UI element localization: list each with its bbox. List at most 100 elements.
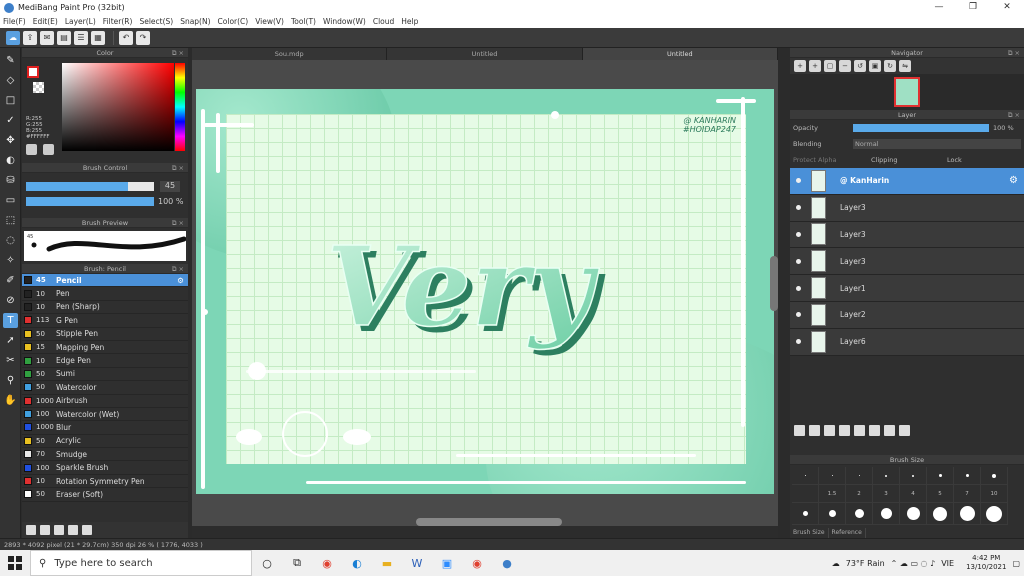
folder-icon[interactable] bbox=[40, 525, 50, 535]
brush-item[interactable]: 100 Watercolor (Wet) bbox=[22, 408, 188, 422]
brush-size-label-cell[interactable]: 5 bbox=[927, 485, 954, 503]
delete-layer-icon[interactable] bbox=[899, 425, 910, 437]
rectangle-tool-icon[interactable]: □ bbox=[3, 93, 18, 108]
horizontal-scrollbar[interactable] bbox=[416, 518, 562, 526]
navigator-thumbnail[interactable] bbox=[790, 74, 1024, 110]
brush-settings-icon[interactable]: ⚙ bbox=[177, 276, 184, 285]
divide-tool-icon[interactable]: ✂ bbox=[3, 353, 18, 368]
brush-size-preset[interactable] bbox=[846, 467, 873, 485]
dot-tool-icon[interactable]: ✓ bbox=[3, 113, 18, 128]
rotate-right-icon[interactable]: ↻ bbox=[884, 60, 896, 72]
fit-icon[interactable]: ▢ bbox=[824, 60, 836, 72]
layer-item[interactable]: Layer2 bbox=[790, 301, 1024, 329]
tab-untitled-1[interactable]: Untitled bbox=[387, 48, 583, 60]
brush-item[interactable]: 1000 Airbrush bbox=[22, 395, 188, 408]
menu-color[interactable]: Color(C) bbox=[218, 17, 249, 26]
folder-icon[interactable] bbox=[854, 425, 865, 437]
brush-item[interactable]: 10 Pen (Sharp) bbox=[22, 301, 188, 315]
move-tool-icon[interactable]: ✥ bbox=[3, 133, 18, 148]
list-icon[interactable]: ☰ bbox=[74, 30, 88, 45]
menu-cloud[interactable]: Cloud bbox=[373, 17, 394, 26]
tab-untitled-2[interactable]: Untitled bbox=[582, 48, 778, 60]
canvas-area[interactable]: @ KANHARIN #HOIDAP247 Very Very bbox=[192, 60, 778, 526]
grid-icon[interactable]: ▦ bbox=[91, 30, 105, 45]
background-color-swatch[interactable] bbox=[33, 82, 44, 93]
visibility-icon[interactable] bbox=[796, 312, 801, 318]
merge-layer-icon[interactable] bbox=[884, 425, 895, 437]
new-layer-icon[interactable] bbox=[794, 425, 805, 437]
layer-item[interactable]: Layer3 bbox=[790, 194, 1024, 222]
new-halftone-layer-icon[interactable] bbox=[809, 425, 820, 437]
visibility-icon[interactable] bbox=[796, 339, 801, 345]
zoom-in-icon[interactable]: + bbox=[794, 60, 806, 72]
maximize-button[interactable]: ❐ bbox=[956, 0, 990, 15]
minimize-button[interactable]: — bbox=[922, 0, 956, 15]
select-pen-icon[interactable]: ✐ bbox=[3, 273, 18, 288]
menu-snap[interactable]: Snap(N) bbox=[180, 17, 210, 26]
foreground-color-swatch[interactable] bbox=[27, 66, 39, 78]
brush-size-preset[interactable] bbox=[873, 503, 900, 525]
brush-size-preset[interactable] bbox=[927, 467, 954, 485]
hand-tool-icon[interactable]: ✋ bbox=[3, 393, 18, 408]
notification-icon[interactable]: ▢ bbox=[1012, 559, 1020, 568]
select-tool-icon[interactable]: ⬚ bbox=[3, 213, 18, 228]
task-view-icon[interactable]: ⧉ bbox=[282, 550, 312, 576]
brush-size-label-cell[interactable] bbox=[792, 485, 819, 503]
share-icon[interactable]: ⇪ bbox=[23, 30, 37, 45]
weather-icon[interactable]: ☁ bbox=[832, 559, 840, 568]
word-icon[interactable]: W bbox=[402, 550, 432, 576]
brush-size-preset[interactable] bbox=[900, 467, 927, 485]
fill-tool-icon[interactable]: ◐ bbox=[3, 153, 18, 168]
brush-size-label-cell[interactable]: 1.5 bbox=[819, 485, 846, 503]
menu-select[interactable]: Select(S) bbox=[139, 17, 173, 26]
brush-size-preset[interactable] bbox=[846, 503, 873, 525]
saturation-value-picker[interactable] bbox=[62, 63, 174, 151]
add-layer-menu-icon[interactable] bbox=[839, 425, 850, 437]
close-button[interactable]: ✕ bbox=[990, 0, 1024, 15]
clipping-checkbox[interactable]: Clipping bbox=[871, 156, 947, 164]
file-explorer-icon[interactable]: ▬ bbox=[372, 550, 402, 576]
visibility-icon[interactable] bbox=[796, 205, 801, 211]
hue-slider[interactable] bbox=[175, 63, 185, 151]
tab-reference[interactable]: Reference bbox=[829, 528, 866, 538]
palette-icon[interactable] bbox=[26, 144, 37, 155]
operation-tool-icon[interactable]: ➚ bbox=[3, 333, 18, 348]
medibang-icon[interactable]: ● bbox=[492, 550, 522, 576]
layer-item[interactable]: Layer3 bbox=[790, 221, 1024, 249]
lock-checkbox[interactable]: Lock bbox=[947, 156, 962, 164]
brush-size-preset[interactable] bbox=[927, 503, 954, 525]
taskbar-search[interactable]: ⚲ Type here to search bbox=[30, 550, 252, 576]
menu-file[interactable]: File(F) bbox=[3, 17, 26, 26]
layer-item[interactable]: Layer6 bbox=[790, 328, 1024, 356]
eraser-tool-icon[interactable]: ◇ bbox=[3, 73, 18, 88]
panel-menu-icon[interactable]: ⧉ × bbox=[172, 48, 184, 58]
brush-size-preset[interactable] bbox=[954, 467, 981, 485]
brush-item[interactable]: 50 Acrylic bbox=[22, 435, 188, 449]
brush-size-label-cell[interactable]: 7 bbox=[954, 485, 981, 503]
panel-menu-icon[interactable]: ⧉ × bbox=[1008, 110, 1020, 120]
layer-opacity-slider[interactable] bbox=[853, 124, 989, 132]
lasso-tool-icon[interactable]: ◌ bbox=[3, 233, 18, 248]
brush-size-preset[interactable] bbox=[873, 467, 900, 485]
weather-text[interactable]: 73°F Rain bbox=[846, 559, 885, 568]
document-icon[interactable]: ▤ bbox=[57, 30, 71, 45]
vertical-scrollbar[interactable] bbox=[770, 256, 778, 311]
select-eraser-icon[interactable]: ⊘ bbox=[3, 293, 18, 308]
brush-size-label-cell[interactable]: 2 bbox=[846, 485, 873, 503]
brush-item[interactable]: 70 Smudge bbox=[22, 448, 188, 462]
brush-item[interactable]: 50 Stipple Pen bbox=[22, 328, 188, 341]
brush-item[interactable]: 113 G Pen bbox=[22, 314, 188, 328]
chrome-profile-icon[interactable]: ◉ bbox=[462, 550, 492, 576]
zoom-in-alt-icon[interactable]: + bbox=[809, 60, 821, 72]
brush-item[interactable]: 50 Sumi bbox=[22, 368, 188, 382]
color-picker-icon[interactable] bbox=[43, 144, 54, 155]
comment-icon[interactable]: ✉ bbox=[40, 30, 54, 45]
brush-item[interactable]: 50 Eraser (Soft) bbox=[22, 488, 188, 502]
tab-brush-size[interactable]: Brush Size bbox=[790, 528, 829, 538]
brush-opacity-slider[interactable] bbox=[26, 197, 154, 206]
brush-size-label-cell[interactable]: 4 bbox=[900, 485, 927, 503]
edge-icon[interactable]: ◐ bbox=[342, 550, 372, 576]
clock[interactable]: 4:42 PM 13/10/2021 bbox=[966, 554, 1006, 572]
brush-tool-icon[interactable]: ✎ bbox=[3, 53, 18, 68]
visibility-icon[interactable] bbox=[796, 231, 801, 237]
